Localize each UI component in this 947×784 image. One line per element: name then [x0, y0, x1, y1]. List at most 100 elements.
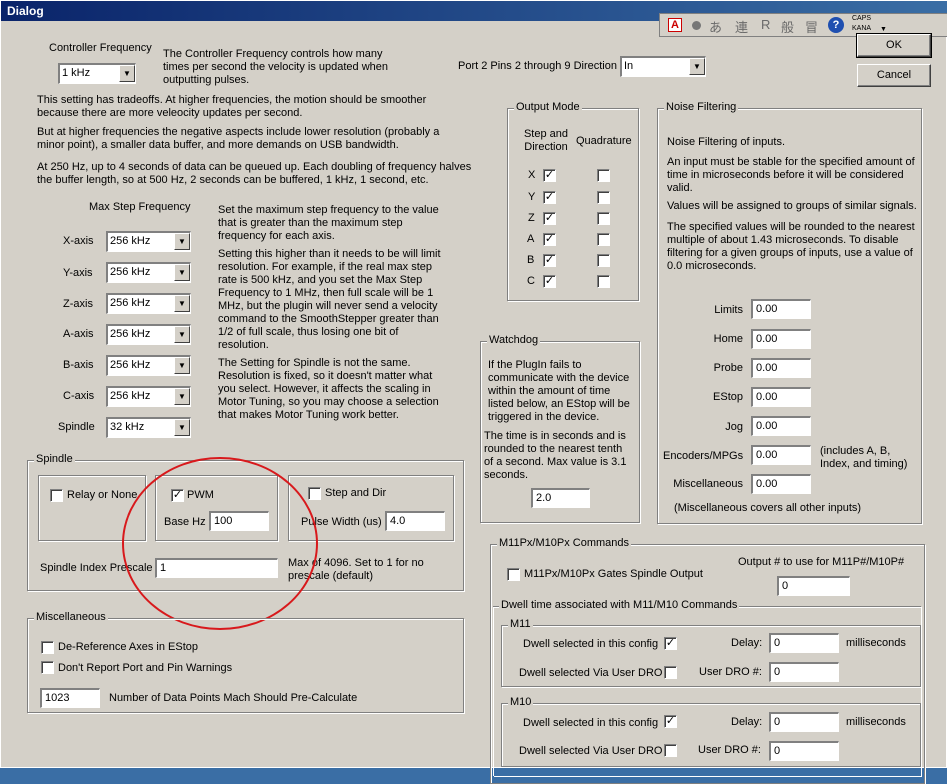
spindle-index-input[interactable]: 1 [155, 558, 278, 578]
base-hz-label: Base Hz [164, 516, 206, 528]
noise-input-estop[interactable]: 0.00 [751, 387, 811, 407]
noise-input-encoders[interactable]: 0.00 [751, 445, 811, 465]
m10-dro-input[interactable]: 0 [769, 741, 839, 761]
relay-label: Relay or None [67, 489, 138, 501]
chevron-down-icon[interactable]: ▼ [174, 357, 190, 374]
ime-icon[interactable]: A [668, 18, 682, 32]
ok-button[interactable]: OK [856, 33, 932, 58]
base-hz-input[interactable]: 100 [209, 511, 269, 531]
langbar-item-ren[interactable]: 連 [735, 17, 748, 36]
deref-checkbox[interactable] [41, 641, 54, 654]
axis-select-a[interactable]: 256 kHz ▼ [106, 324, 191, 345]
noise-input-home[interactable]: 0.00 [751, 329, 811, 349]
controller-frequency-desc: The Controller Frequency controls how ma… [163, 48, 389, 86]
axis-select-y[interactable]: 256 kHz ▼ [106, 262, 191, 283]
quad-checkbox-b[interactable] [597, 254, 610, 267]
relay-checkbox[interactable] [50, 489, 63, 502]
noise-input-limits[interactable]: 0.00 [751, 299, 811, 319]
max-step-desc2: Setting this higher than it needs to be … [218, 248, 441, 351]
chevron-down-icon[interactable]: ▼ [689, 58, 705, 75]
dot-icon[interactable] [692, 21, 701, 30]
noise-input-jog[interactable]: 0.00 [751, 416, 811, 436]
axis-select-z[interactable]: 256 kHz ▼ [106, 293, 191, 314]
watchdog-input[interactable]: 2.0 [531, 488, 590, 508]
pwm-checkbox[interactable]: ✓ [171, 489, 184, 502]
m10-userdro-checkbox[interactable] [664, 744, 677, 757]
step-checkbox-a[interactable]: ✓ [543, 233, 556, 246]
pwm-label: PWM [187, 489, 214, 501]
m10-dwell-checkbox[interactable]: ✓ [664, 715, 677, 728]
axis-label-x: X-axis [63, 235, 94, 247]
noise-p4: The specified values will be rounded to … [667, 221, 915, 272]
kana-indicator: KANA [852, 25, 872, 32]
quad-checkbox-z[interactable] [597, 212, 610, 225]
chevron-down-icon[interactable]: ▼ [174, 388, 190, 405]
m11-delay-input[interactable]: 0 [769, 633, 839, 653]
axis-select-b[interactable]: 256 kHz ▼ [106, 355, 191, 376]
m11-dwell-checkbox[interactable]: ✓ [664, 637, 677, 650]
axis-select-spindle[interactable]: 32 kHz ▼ [106, 417, 191, 438]
m11-group-title: M11 [508, 618, 533, 630]
quad-checkbox-a[interactable] [597, 233, 610, 246]
noise-label-home: Home [713, 333, 743, 345]
m11-userdro-checkbox[interactable] [664, 666, 677, 679]
axis-label-y: Y-axis [63, 267, 93, 279]
chevron-down-icon[interactable]: ▼ [174, 295, 190, 312]
step-checkbox-z[interactable]: ✓ [543, 212, 556, 225]
output-number-input[interactable]: 0 [777, 576, 850, 596]
axis-select-c[interactable]: 256 kHz ▼ [106, 386, 191, 407]
axis-select-value: 256 kHz [110, 390, 151, 402]
noise-label-probe: Probe [713, 362, 743, 374]
data-points-input[interactable]: 1023 [40, 688, 100, 708]
chevron-down-icon[interactable]: ▼ [174, 326, 190, 343]
data-points-label: Number of Data Points Mach Should Pre-Ca… [109, 692, 358, 704]
port2-direction-select[interactable]: In ▼ [620, 56, 706, 77]
noreport-checkbox[interactable] [41, 661, 54, 674]
langbar-item-r[interactable]: R [761, 17, 770, 32]
output-mode-title: Output Mode [514, 101, 582, 113]
stepdir-checkbox[interactable] [308, 487, 321, 500]
langbar-item-hiragana[interactable]: あ [709, 17, 722, 36]
quad-checkbox-c[interactable] [597, 275, 610, 288]
noise-input-misc[interactable]: 0.00 [751, 474, 811, 494]
max-step-desc1: Set the maximum step frequency to the va… [218, 204, 439, 242]
chevron-down-icon[interactable]: ▼ [880, 26, 887, 33]
watchdog-p1: If the PlugIn fails to communicate with … [488, 359, 630, 423]
m10-delay-input[interactable]: 0 [769, 712, 839, 732]
step-checkbox-y[interactable]: ✓ [543, 191, 556, 204]
chevron-down-icon[interactable]: ▼ [174, 419, 190, 436]
step-checkbox-x[interactable]: ✓ [543, 169, 556, 182]
encoders-note: (includes A, B, Index, and timing) [820, 445, 908, 470]
tradeoffs-text: This setting has tradeoffs. At higher fr… [37, 94, 427, 119]
help-icon[interactable]: ? [828, 17, 844, 33]
axis-select-value: 256 kHz [110, 297, 151, 309]
controller-frequency-select[interactable]: 1 kHz ▼ [58, 63, 136, 84]
langbar-item-bou[interactable]: 冒 [805, 17, 818, 36]
dialog-window: Dialog A あ 連 R 般 冒 ? CAPS KANA ▼ OK Canc… [0, 0, 947, 784]
noise-input-probe[interactable]: 0.00 [751, 358, 811, 378]
noise-label-jog: Jog [725, 421, 743, 433]
chevron-down-icon[interactable]: ▼ [174, 264, 190, 281]
spindle-title: Spindle [34, 453, 75, 465]
chevron-down-icon[interactable]: ▼ [174, 233, 190, 250]
step-direction-header: Step and Direction [523, 128, 569, 153]
axis-select-x[interactable]: 256 kHz ▼ [106, 231, 191, 252]
m11-dro-input[interactable]: 0 [769, 662, 839, 682]
chevron-down-icon[interactable]: ▼ [119, 65, 135, 82]
spindle-index-label: Spindle Index Prescale [40, 562, 153, 574]
output-axis-y: Y [528, 191, 536, 203]
gates-spindle-checkbox[interactable] [507, 568, 520, 581]
pulse-width-input[interactable]: 4.0 [385, 511, 445, 531]
quad-checkbox-y[interactable] [597, 191, 610, 204]
m11-dro-label: User DRO #: [699, 666, 762, 678]
step-checkbox-b[interactable]: ✓ [543, 254, 556, 267]
quad-checkbox-x[interactable] [597, 169, 610, 182]
port2-direction-label: Port 2 Pins 2 through 9 Direction [458, 60, 617, 72]
max-step-frequency-label: Max Step Frequency [89, 201, 191, 213]
langbar-item-han[interactable]: 般 [781, 17, 794, 36]
cancel-button[interactable]: Cancel [857, 64, 931, 87]
step-checkbox-c[interactable]: ✓ [543, 275, 556, 288]
output-axis-z: Z [528, 212, 535, 224]
axis-select-value: 256 kHz [110, 328, 151, 340]
watchdog-p2: The time is in seconds and is rounded to… [484, 430, 627, 481]
